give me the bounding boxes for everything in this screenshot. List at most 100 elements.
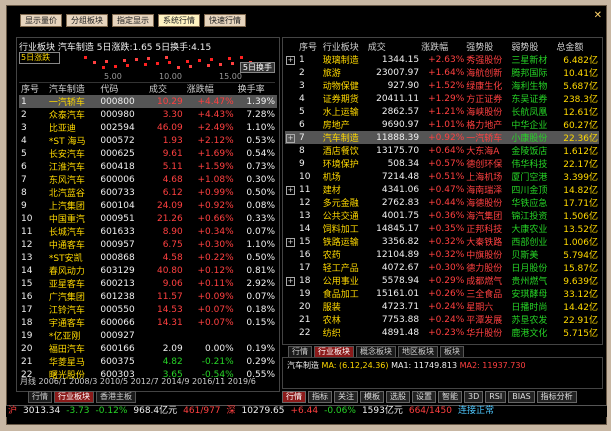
table-cell: 江淮汽车	[48, 163, 85, 173]
table-row[interactable]: 6 房地产 9690.97 +1.01% 格力地产 中华企业 60.27亿	[285, 118, 599, 132]
expand-icon[interactable]: +	[286, 237, 295, 247]
table-row[interactable]: 14 饲料加工 14845.17 +0.35% 正邦科技 大康农业 13.52亿	[285, 222, 599, 236]
table-row[interactable]: 17 江铃汽车 000550 14.53 +0.07% 0.18%	[19, 303, 277, 317]
column-header[interactable]: 强势股	[465, 40, 510, 53]
table-row[interactable]: 1 一汽轿车 000800 10.29 +4.47% 1.39%	[19, 95, 277, 108]
expand-icon[interactable]: +	[286, 133, 295, 143]
table-row[interactable]: 21 华菱星马 600375 4.82 -0.21% 0.29%	[19, 355, 277, 369]
table-cell: 海利生物	[511, 82, 548, 92]
table-row[interactable]: 20 福田汽车 600166 2.09 0.00% 0.19%	[19, 342, 277, 356]
column-header[interactable]: 代码	[98, 82, 147, 95]
table-row[interactable]: 16 农药 12104.89 +0.32% 中旗股份 贝斯美 5.794亿	[285, 248, 599, 262]
table-cell: +2.49%	[197, 122, 234, 133]
table-row[interactable]: +1 玻璃制造 1344.15 +2.63% 秀强股份 三星新材 6.482亿	[285, 53, 599, 66]
toolbar-button[interactable]: 关注	[334, 391, 358, 403]
column-header[interactable]: 涨跌幅	[185, 82, 236, 95]
column-header[interactable]: 弱势股	[510, 40, 555, 53]
column-header[interactable]: 序号	[19, 82, 47, 95]
table-cell: 公用事业	[322, 277, 359, 287]
table-row[interactable]: 5 长安汽车 000625 9.61 +1.69% 0.54%	[19, 147, 277, 161]
table-row[interactable]: 10 中国重汽 000951 21.26 +0.66% 0.33%	[19, 212, 277, 226]
left-tab[interactable]: 香港主板	[96, 391, 136, 403]
close-icon[interactable]: ✕	[594, 10, 602, 21]
top-button[interactable]: 显示量价	[20, 14, 62, 27]
table-row[interactable]: 13 公共交通 4001.75 +0.36% 海汽集团 锦江投资 1.506亿	[285, 209, 599, 223]
sz-amount: 1593亿元	[361, 406, 403, 416]
table-row[interactable]: 10 机场 7214.48 +0.51% 上海机场 厦门空港 3.399亿	[285, 170, 599, 184]
toolbar-button[interactable]: 选股	[386, 391, 410, 403]
table-row[interactable]: 19 *亿亚刚 000927	[19, 329, 277, 343]
column-header[interactable]: 涨跌幅	[420, 40, 465, 53]
toolbar-button[interactable]: 智能	[438, 391, 462, 403]
left-tab[interactable]: 行业板块	[54, 391, 94, 403]
table-cell: 16	[299, 249, 311, 260]
table-row[interactable]: 19 食品加工 15161.01 +0.26% 三全食品 安琪酵母 33.12亿	[285, 287, 599, 301]
table-cell: 13.52亿	[563, 225, 598, 235]
table-row[interactable]: 8 酒店餐饮 13175.70 +0.64% 大东海A 金陵饭店 1.612亿	[285, 144, 599, 158]
table-row[interactable]: 21 农林 7753.88 +0.24% 平潭发展 苏垦农发 22.91亿	[285, 313, 599, 327]
table-row[interactable]: 20 服装 4723.71 +0.24% 星期六 日播时尚 14.42亿	[285, 300, 599, 314]
column-header[interactable]: 成交	[147, 82, 185, 95]
table-row[interactable]: 7 东风汽车 600006 4.68 +1.08% 0.30%	[19, 173, 277, 187]
table-row[interactable]: 9 环境保护 508.34 +0.57% 德创环保 伟华科技 22.17亿	[285, 157, 599, 171]
table-row[interactable]: 9 上汽集团 600104 24.09 +0.92% 0.08%	[19, 199, 277, 213]
table-cell: 9.61	[162, 148, 183, 159]
mini-dot	[186, 60, 189, 63]
top-button[interactable]: 指定显示	[112, 14, 154, 27]
table-cell: 东吴证券	[511, 95, 548, 105]
expand-icon[interactable]: +	[286, 185, 295, 195]
column-header[interactable]: 行业板块	[322, 40, 367, 53]
table-row[interactable]: +11 建材 4341.06 +0.47% 海南瑞泽 四川金顶 14.82亿	[285, 183, 599, 196]
table-row[interactable]: 4 *ST 海马 000572 1.93 +2.12% 0.53%	[19, 134, 277, 148]
table-row[interactable]: 6 江淮汽车 600418 5.11 +1.59% 0.73%	[19, 160, 277, 174]
toolbar-button[interactable]: 3D	[464, 391, 484, 403]
table-row[interactable]: 8 北汽蓝谷 600733 6.12 +0.99% 0.50%	[19, 186, 277, 200]
table-row[interactable]: 3 动物保健 927.90 +1.52% 绿康生化 海利生物 5.687亿	[285, 79, 599, 93]
mini-dot	[207, 64, 210, 67]
top-button[interactable]: 系统行情	[158, 14, 200, 27]
table-row[interactable]: 5 水上运输 2862.57 +1.21% 海峡股份 长航凤凰 12.61亿	[285, 105, 599, 119]
table-row[interactable]: 4 证券期货 20411.11 +1.29% 方正证券 东吴证券 238.3亿	[285, 92, 599, 106]
table-row[interactable]: 13 *ST安凯 000868 4.58 +0.22% 0.50%	[19, 251, 277, 265]
table-row[interactable]: 11 长城汽车 601633 8.90 +0.34% 0.07%	[19, 225, 277, 239]
table-row[interactable]: +7 汽车制造 11888.39 +0.92% 一汽轿车 小康股份 22.36亿	[285, 131, 599, 144]
top-button[interactable]: 分组板块	[66, 14, 108, 27]
column-header[interactable]: 序号	[298, 40, 322, 53]
table-cell: 15	[299, 236, 311, 247]
table-row[interactable]: 16 广汽集团 601238 11.57 +0.09% 0.07%	[19, 290, 277, 304]
expand-icon[interactable]: +	[286, 276, 295, 286]
mini-chart-toggle-button[interactable]: 5日换手	[239, 62, 275, 73]
expand-icon[interactable]: +	[286, 55, 295, 65]
toolbar-button[interactable]: 指标	[308, 391, 332, 403]
mini-chart-select[interactable]: 5日涨跌	[19, 52, 60, 64]
table-row[interactable]: 15 亚星客车 600213 9.06 +0.11% 2.92%	[19, 277, 277, 291]
toolbar-button[interactable]: 行情	[282, 391, 306, 403]
left-tab[interactable]: 行情	[28, 391, 52, 403]
table-cell: 大东海A	[466, 147, 500, 157]
column-header[interactable]: 换手率	[236, 82, 277, 95]
top-button[interactable]: 快速行情	[204, 14, 246, 27]
table-row[interactable]: 22 纺织 4891.48 +0.23% 华升股份 鹿港文化 5.715亿	[285, 326, 599, 340]
table-cell: 日播时尚	[511, 303, 548, 313]
expand-cell	[285, 326, 298, 339]
table-row[interactable]: 17 轻工产品 4072.67 +0.30% 德力股份 日月股份 15.87亿	[285, 261, 599, 275]
toolbar-button[interactable]: 设置	[412, 391, 436, 403]
toolbar-button[interactable]: BIAS	[508, 391, 535, 403]
table-row[interactable]: 2 旅游 23007.97 +1.64% 海航创新 腾邦国际 10.41亿	[285, 66, 599, 80]
table-row[interactable]: 3 比亚迪 002594 46.09 +2.49% 1.10%	[19, 121, 277, 135]
table-row[interactable]: 18 宇通客车 600066 14.31 +0.07% 0.15%	[19, 316, 277, 330]
table-row[interactable]: 12 多元金融 2762.83 +0.44% 海德股份 华铁应急 17.71亿	[285, 196, 599, 210]
table-cell: 广汽集团	[48, 293, 85, 303]
table-row[interactable]: 2 众泰汽车 000980 3.30 +4.43% 7.28%	[19, 108, 277, 122]
toolbar-button[interactable]: RSI	[485, 391, 507, 403]
table-row[interactable]: +18 公用事业 5578.94 +0.29% 成都燃气 贵州燃气 9.639亿	[285, 274, 599, 287]
table-row[interactable]: 12 中通客车 000957 6.75 +0.30% 1.10%	[19, 238, 277, 252]
table-row[interactable]: +15 铁路运输 3356.82 +0.32% 大秦铁路 西部创业 1.006亿	[285, 235, 599, 248]
toolbar-button[interactable]: 指标分析	[536, 391, 577, 403]
table-cell: 安琪酵母	[511, 290, 548, 300]
column-header[interactable]: 总金额	[555, 40, 599, 53]
column-header[interactable]: 汽车制造	[47, 82, 98, 95]
column-header[interactable]: 成交	[367, 40, 420, 53]
table-row[interactable]: 14 春风动力 603129 40.80 +0.12% 0.81%	[19, 264, 277, 278]
toolbar-button[interactable]: 模板	[360, 391, 384, 403]
